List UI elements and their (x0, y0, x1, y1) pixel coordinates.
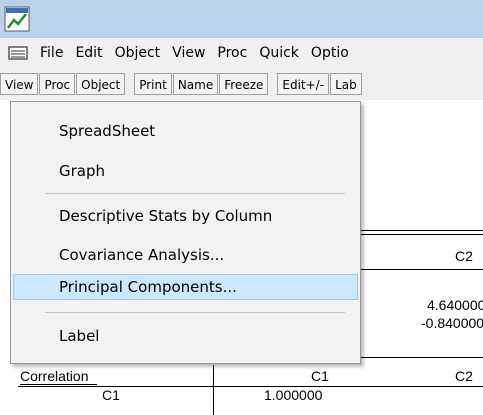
correlation-label: Correlation (20, 368, 89, 384)
toolbar-proc-button[interactable]: Proc (39, 73, 76, 95)
menu-item-principal-components[interactable]: Principal Components... (13, 274, 358, 300)
menu-edit[interactable]: Edit (75, 45, 112, 61)
toolbar-edit-button[interactable]: Edit+/- (277, 73, 330, 95)
toolbar-label-button[interactable]: Lab (330, 73, 362, 95)
system-menu-icon[interactable] (8, 45, 28, 61)
menu-item-covariance-analysis[interactable]: Covariance Analysis... (13, 242, 358, 268)
column-divider (213, 365, 214, 415)
header-underline (350, 269, 483, 270)
column-header-c2: C2 (455, 248, 473, 264)
menu-proc[interactable]: Proc (217, 45, 257, 61)
menu-quick[interactable]: Quick (259, 45, 309, 61)
menu-view[interactable]: View (172, 45, 215, 61)
menu-item-graph[interactable]: Graph (13, 158, 358, 184)
toolbar-freeze-button[interactable]: Freeze (219, 73, 269, 95)
title-bar (0, 0, 483, 38)
toolbar-print-button[interactable]: Print (134, 73, 172, 95)
row-label-c1: C1 (102, 387, 120, 403)
toolbar-view-button[interactable]: View (0, 73, 39, 95)
column-header-c1: C1 (311, 368, 329, 384)
menu-separator (45, 193, 345, 194)
menu-separator (45, 312, 345, 313)
cell-value: 4.640000 (427, 297, 483, 313)
menu-object[interactable]: Object (115, 45, 171, 61)
menu-item-spreadsheet[interactable]: SpreadSheet (13, 118, 358, 144)
cell-value: -0.840000 (421, 315, 483, 331)
app-icon (4, 6, 30, 32)
correlation-underline (20, 384, 97, 385)
view-dropdown-menu: SpreadSheet Graph Descriptive Stats by C… (10, 101, 361, 364)
menu-item-label[interactable]: Label (13, 323, 358, 349)
header-rule (350, 234, 483, 235)
header-rule (350, 230, 483, 231)
cell-value: 1.000000 (264, 387, 323, 403)
header-underline (18, 386, 483, 387)
menu-options[interactable]: Optio (311, 45, 359, 61)
toolbar-object-button[interactable]: Object (76, 73, 126, 95)
menu-bar: File Edit Object View Proc Quick Optio (0, 38, 483, 68)
menu-file[interactable]: File (36, 45, 73, 61)
toolbar-name-button[interactable]: Name (172, 73, 219, 95)
toolbar: View Proc Object Print Name Freeze Edit+… (0, 68, 483, 100)
menu-item-descriptive-stats[interactable]: Descriptive Stats by Column (13, 203, 358, 229)
column-header-c2: C2 (455, 368, 473, 384)
